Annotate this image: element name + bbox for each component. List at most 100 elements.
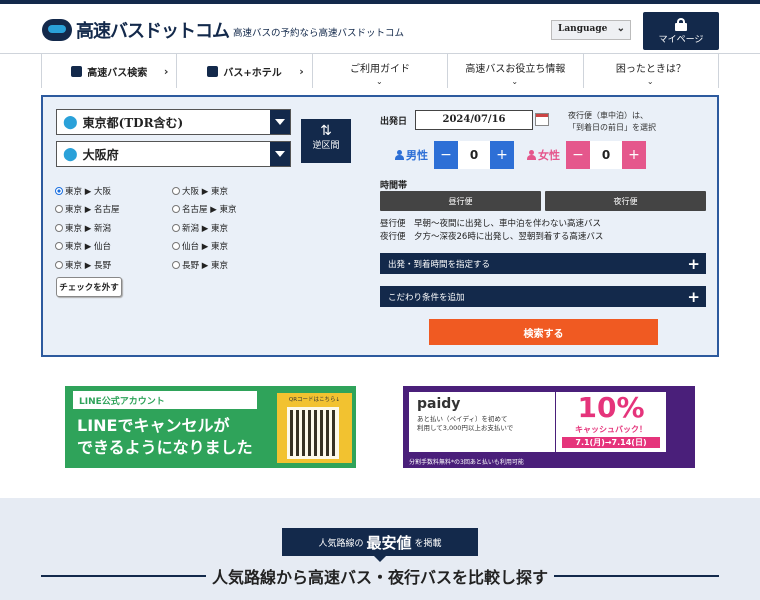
badge-post: を掲載 xyxy=(414,538,442,549)
paidy-dates: 7.1(月)→7.14(日) xyxy=(562,437,660,448)
paidy-left-panel: paidy あと払い（ペイディ）を初めて 利用して3,000円以上お支払いで xyxy=(409,392,555,452)
cheapest-badge: 人気路線の 最安値 を掲載 xyxy=(282,528,478,562)
female-count[interactable]: 0 xyxy=(590,141,622,169)
main-nav: 高速バス検索 › バス+ホテル › ご利用ガイド ⌄ 高速バスお役立ち情報 ⌄ … xyxy=(41,54,720,88)
line-banner-tag: LINE公式アカウント xyxy=(73,391,257,409)
route-radio[interactable]: 新潟 ▶ 東京 xyxy=(172,222,228,234)
departure-date-input[interactable]: 2024/07/16 xyxy=(415,110,533,130)
night-bus-description: 夜行便 夕方～深夜26時に出発し、翌朝到着する高速バス xyxy=(380,232,604,242)
female-label: 女性 xyxy=(538,149,560,162)
location-pin-icon: ⬤ xyxy=(63,114,78,130)
route-radio[interactable]: 名古屋 ▶ 東京 xyxy=(172,203,236,215)
route-label: 新潟 ▶ 東京 xyxy=(182,224,228,234)
female-minus-button[interactable]: − xyxy=(566,141,590,169)
location-pin-icon: ⬤ xyxy=(63,146,78,162)
route-label: 東京 ▶ 大阪 xyxy=(65,187,111,197)
male-label: 男性 xyxy=(406,149,428,162)
radio[interactable] xyxy=(172,261,180,269)
night-bus-button[interactable]: 夜行便 xyxy=(545,191,706,211)
nav-help[interactable]: 困ったときは？ ⌄ xyxy=(584,54,720,88)
search-panel: ⬤ 東京都(TDR含む) ⬤ 大阪府 ⇅ 逆区間 東京 ▶ 大阪 東京 ▶ 名古… xyxy=(41,95,719,357)
radio-checked[interactable] xyxy=(55,187,63,195)
paidy-banner[interactable]: paidy あと払い（ペイディ）を初めて 利用して3,000円以上お支払いで 1… xyxy=(403,386,695,468)
time-spec-label: 出発・到着時間を指定する xyxy=(388,259,491,270)
route-label: 東京 ▶ 長野 xyxy=(65,261,111,271)
language-label: Language xyxy=(558,24,608,34)
day-bus-description: 昼行便 早朝～夜間に出発し、車中泊を伴わない高速バス xyxy=(380,219,602,229)
nav-useful-info[interactable]: 高速バスお役立ち情報 ⌄ xyxy=(448,54,584,88)
destination-value: 大阪府 xyxy=(82,147,119,162)
radio[interactable] xyxy=(172,224,180,232)
bus-hotel-icon xyxy=(207,65,219,77)
nav-label: 高速バスお役立ち情報 xyxy=(465,64,566,75)
plus-icon: + xyxy=(687,288,700,306)
paidy-percent: 10% xyxy=(577,391,645,424)
paidy-footer: 分割手数料無料*の3回あと払いも利用可能 xyxy=(409,459,524,466)
male-plus-button[interactable]: + xyxy=(490,141,514,169)
route-label: 長野 ▶ 東京 xyxy=(182,261,228,271)
day-bus-button[interactable]: 昼行便 xyxy=(380,191,541,211)
nav-bus-search[interactable]: 高速バス検索 › xyxy=(42,54,178,88)
time-spec-toggle[interactable]: 出発・到着時間を指定する + xyxy=(380,253,706,274)
origin-select[interactable]: ⬤ 東京都(TDR含む) xyxy=(56,109,291,135)
route-label: 東京 ▶ 名古屋 xyxy=(65,205,120,215)
overnight-note-line: 夜行便（車中泊）は、 xyxy=(568,111,648,120)
nav-label: ご利用ガイド xyxy=(350,64,411,75)
dropdown-arrow-icon xyxy=(270,110,290,134)
calendar-icon[interactable] xyxy=(535,113,549,126)
radio[interactable] xyxy=(55,242,63,250)
lock-icon xyxy=(675,18,687,31)
person-icon xyxy=(527,150,536,160)
qr-caption: QRコードはこちら↓ xyxy=(288,397,341,403)
radio[interactable] xyxy=(172,187,180,195)
origin-value: 東京都(TDR含む) xyxy=(82,115,184,130)
qr-code: QRコードはこちら↓ xyxy=(277,393,352,463)
route-label: 仙台 ▶ 東京 xyxy=(182,242,228,252)
route-radio[interactable]: 東京 ▶ 長野 xyxy=(55,259,111,271)
radio[interactable] xyxy=(55,224,63,232)
radio[interactable] xyxy=(55,205,63,213)
route-label: 大阪 ▶ 東京 xyxy=(182,187,228,197)
radio[interactable] xyxy=(172,205,180,213)
bus-icon xyxy=(71,65,83,77)
mypage-button[interactable]: マイページ xyxy=(643,12,719,50)
route-radio[interactable]: 東京 ▶ 名古屋 xyxy=(55,203,119,215)
conditions-toggle[interactable]: こだわり条件を追加 + xyxy=(380,286,706,307)
male-count[interactable]: 0 xyxy=(458,141,490,169)
nav-label: 困ったときは？ xyxy=(615,64,686,75)
nav-guide[interactable]: ご利用ガイド ⌄ xyxy=(313,54,449,88)
site-header: 高速バスドットコム 高速バスの予約なら高速バスドットコム Language ⌄ … xyxy=(0,4,760,54)
route-radio[interactable]: 大阪 ▶ 東京 xyxy=(172,185,228,197)
route-radio[interactable]: 長野 ▶ 東京 xyxy=(172,259,228,271)
person-icon xyxy=(395,150,404,160)
line-banner-line: LINEでキャンセルが xyxy=(77,416,230,435)
route-radio[interactable]: 東京 ▶ 新潟 xyxy=(55,222,111,234)
swap-route-button[interactable]: ⇅ 逆区間 xyxy=(301,119,351,163)
paidy-desc-2: 利用して3,000円以上お支払いで xyxy=(417,424,514,432)
swap-label: 逆区間 xyxy=(312,141,340,151)
male-minus-button[interactable]: − xyxy=(434,141,458,169)
search-button[interactable]: 検索する xyxy=(429,319,658,345)
female-plus-button[interactable]: + xyxy=(622,141,646,169)
radio[interactable] xyxy=(55,261,63,269)
female-label-wrap: 女性 xyxy=(527,147,560,163)
uncheck-button[interactable]: チェックを外す xyxy=(56,277,122,297)
radio[interactable] xyxy=(172,242,180,250)
nav-bus-hotel[interactable]: バス+ホテル › xyxy=(177,54,313,88)
language-select[interactable]: Language ⌄ xyxy=(551,20,631,40)
chevron-down-icon: ⌄ xyxy=(511,77,519,86)
route-radio[interactable]: 東京 ▶ 大阪 xyxy=(55,185,111,197)
mypage-label: マイページ xyxy=(658,35,704,45)
overnight-note: 夜行便（車中泊）は、 「到着日の前日」を選択 xyxy=(568,110,656,134)
date-label: 出発日 xyxy=(380,117,408,127)
destination-select[interactable]: ⬤ 大阪府 xyxy=(56,141,291,167)
chevron-right-icon: › xyxy=(163,65,169,78)
route-radio[interactable]: 仙台 ▶ 東京 xyxy=(172,240,228,252)
male-count-stepper: 男性 − 0 + xyxy=(395,141,514,169)
route-label: 名古屋 ▶ 東京 xyxy=(182,205,237,215)
site-logo[interactable]: 高速バスドットコム 高速バスの予約なら高速バスドットコム xyxy=(42,17,404,43)
route-label: 東京 ▶ 新潟 xyxy=(65,224,111,234)
line-banner[interactable]: LINE公式アカウント LINEでキャンセルが できるようになりました QRコー… xyxy=(65,386,356,468)
route-radio[interactable]: 東京 ▶ 仙台 xyxy=(55,240,111,252)
male-label-wrap: 男性 xyxy=(395,147,428,163)
